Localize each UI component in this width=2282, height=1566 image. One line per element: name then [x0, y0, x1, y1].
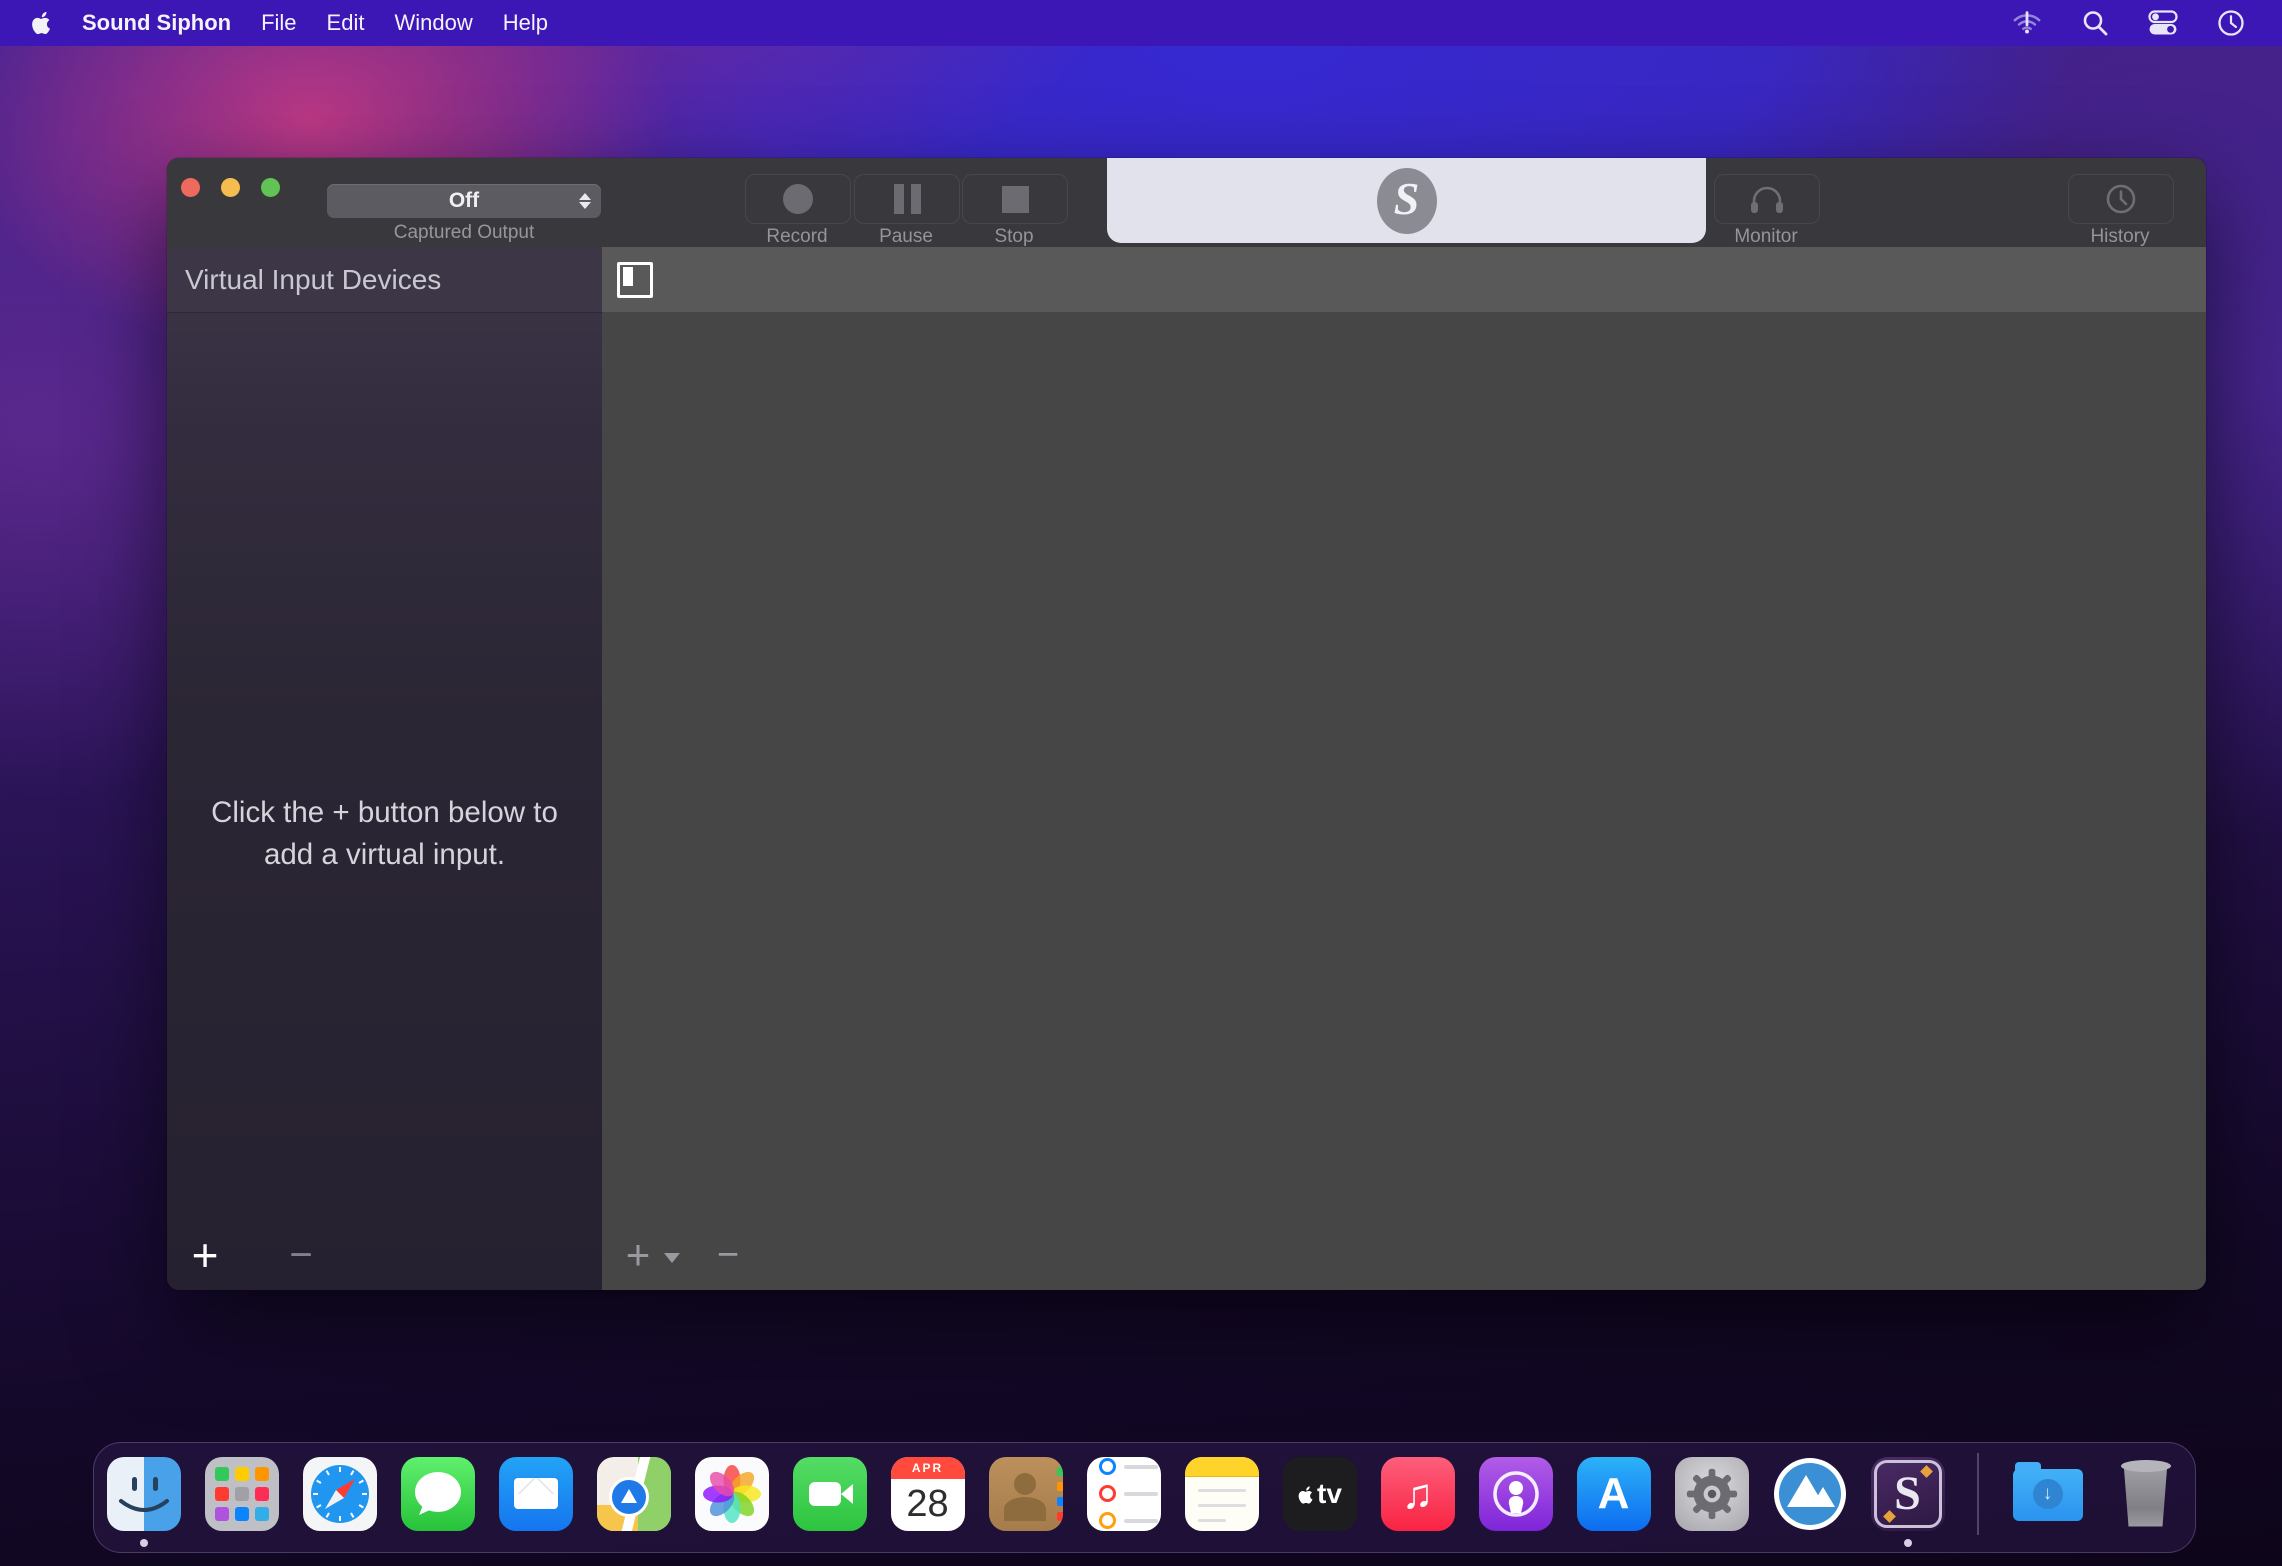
desktop: { "menu_bar": { "apple_logo": "apple-ico… [0, 0, 2282, 1566]
sidebar: Virtual Input Devices Click the + button… [167, 247, 603, 1290]
maps-icon [597, 1457, 671, 1531]
menu-item-file[interactable]: File [261, 10, 296, 36]
add-virtual-input-button[interactable]: + [183, 1232, 227, 1278]
content-add-button[interactable]: + [618, 1234, 658, 1276]
menu-bar: Sound Siphon File Edit Window Help [0, 0, 2282, 46]
history-button[interactable] [2068, 174, 2174, 224]
chevron-down-icon[interactable] [664, 1253, 680, 1263]
pause-button[interactable] [854, 174, 960, 224]
running-indicator-dot [1904, 1539, 1912, 1547]
dock-item-reminders[interactable] [1087, 1457, 1161, 1531]
dock-item-soundsiphon[interactable]: S [1871, 1457, 1945, 1531]
dock-item-contacts[interactable] [989, 1457, 1063, 1531]
pause-label: Pause [854, 226, 958, 248]
pause-icon [894, 184, 921, 214]
clock-icon[interactable] [2216, 9, 2246, 37]
dock-item-music[interactable]: ♫ [1381, 1457, 1455, 1531]
record-button[interactable] [745, 174, 851, 224]
monitor-button[interactable] [1714, 174, 1820, 224]
dock-item-messages[interactable] [401, 1457, 475, 1531]
history-clock-icon [2104, 182, 2138, 216]
zoom-button[interactable] [261, 178, 280, 197]
reminders-icon [1087, 1457, 1161, 1531]
dock-item-launchpad[interactable] [205, 1457, 279, 1531]
dock-item-podcasts[interactable] [1479, 1457, 1553, 1531]
sound-siphon-logo: S [1377, 168, 1437, 234]
mail-icon [499, 1457, 573, 1531]
mountain-app-icon [1773, 1458, 1847, 1532]
spotlight-search-icon[interactable] [2080, 9, 2110, 37]
record-icon [783, 184, 813, 214]
menu-item-window[interactable]: Window [394, 10, 472, 36]
sidebar-footer: + − [167, 1220, 602, 1290]
dock-item-mail[interactable] [499, 1457, 573, 1531]
wifi-warning-icon[interactable] [2012, 9, 2042, 37]
trash-icon [2109, 1457, 2183, 1531]
sidebar-empty-message: Click the + button below to add a virtua… [203, 792, 566, 876]
captured-output-popup[interactable]: Off [327, 184, 601, 218]
logo-panel: S [1107, 158, 1706, 243]
record-label: Record [745, 226, 849, 248]
stop-button[interactable] [962, 174, 1068, 224]
dock-item-photos[interactable] [695, 1457, 769, 1531]
dock-separator [1977, 1453, 1979, 1535]
sound-siphon-icon: S [1871, 1457, 1945, 1531]
menu-app-name[interactable]: Sound Siphon [82, 10, 231, 36]
close-button[interactable] [181, 178, 200, 197]
dock-item-safari[interactable] [303, 1457, 377, 1531]
content-remove-button[interactable]: − [708, 1236, 748, 1274]
apple-tv-icon: tv [1283, 1457, 1357, 1531]
dock-item-systemprefs[interactable] [1675, 1457, 1749, 1531]
content-header [602, 247, 2206, 312]
dock-item-facetime[interactable] [793, 1457, 867, 1531]
downloads-folder-icon: ↓ [2011, 1457, 2085, 1531]
dock-item-notes[interactable] [1185, 1457, 1259, 1531]
menu-items: File Edit Window Help [261, 10, 548, 36]
menu-status-icons [2012, 9, 2282, 37]
apple-icon[interactable] [30, 10, 52, 36]
content-footer: + − [602, 1220, 748, 1290]
sidebar-title: Virtual Input Devices [167, 247, 602, 313]
captured-output-value: Off [449, 189, 479, 213]
content-area: + − [602, 247, 2206, 1290]
dock-item-appletv[interactable]: tv [1283, 1457, 1357, 1531]
dock-item-maps[interactable] [597, 1457, 671, 1531]
dock-item-calendar[interactable]: APR28 [891, 1457, 965, 1531]
dock-item-trash[interactable] [2109, 1457, 2183, 1531]
stop-icon [1002, 186, 1029, 213]
captured-output-label: Captured Output [327, 222, 601, 244]
dock-item-mountain[interactable] [1773, 1457, 1847, 1531]
toggle-sidebar-icon[interactable] [617, 262, 653, 298]
system-preferences-icon [1675, 1457, 1749, 1531]
messages-icon [401, 1457, 475, 1531]
sound-siphon-window: Off Captured Output Record Pause Stop S … [167, 158, 2206, 1290]
menu-item-edit[interactable]: Edit [327, 10, 365, 36]
dock: APR28 tv ♫ A S ↓ [93, 1442, 2196, 1553]
launchpad-icon [205, 1457, 279, 1531]
menu-item-help[interactable]: Help [503, 10, 548, 36]
headphones-icon [1748, 183, 1786, 215]
safari-icon [303, 1457, 377, 1531]
app-store-icon: A [1577, 1457, 1651, 1531]
dock-item-finder[interactable] [107, 1457, 181, 1531]
finder-icon [107, 1457, 181, 1531]
dock-item-downloads[interactable]: ↓ [2011, 1457, 2085, 1531]
contacts-icon [989, 1457, 1063, 1531]
history-label: History [2068, 226, 2172, 248]
notes-icon [1185, 1457, 1259, 1531]
dock-item-appstore[interactable]: A [1577, 1457, 1651, 1531]
calendar-icon: APR28 [891, 1457, 965, 1531]
music-icon: ♫ [1381, 1457, 1455, 1531]
popup-chevrons-icon [578, 191, 592, 211]
running-indicator-dot [140, 1539, 148, 1547]
control-center-icon[interactable] [2148, 9, 2178, 37]
minimize-button[interactable] [221, 178, 240, 197]
stop-label: Stop [962, 226, 1066, 248]
window-toolbar: Off Captured Output Record Pause Stop S … [167, 158, 2206, 248]
facetime-icon [793, 1457, 867, 1531]
monitor-label: Monitor [1714, 226, 1818, 248]
remove-virtual-input-button[interactable]: − [279, 1235, 323, 1275]
podcasts-icon [1479, 1457, 1553, 1531]
photos-icon [695, 1457, 769, 1531]
